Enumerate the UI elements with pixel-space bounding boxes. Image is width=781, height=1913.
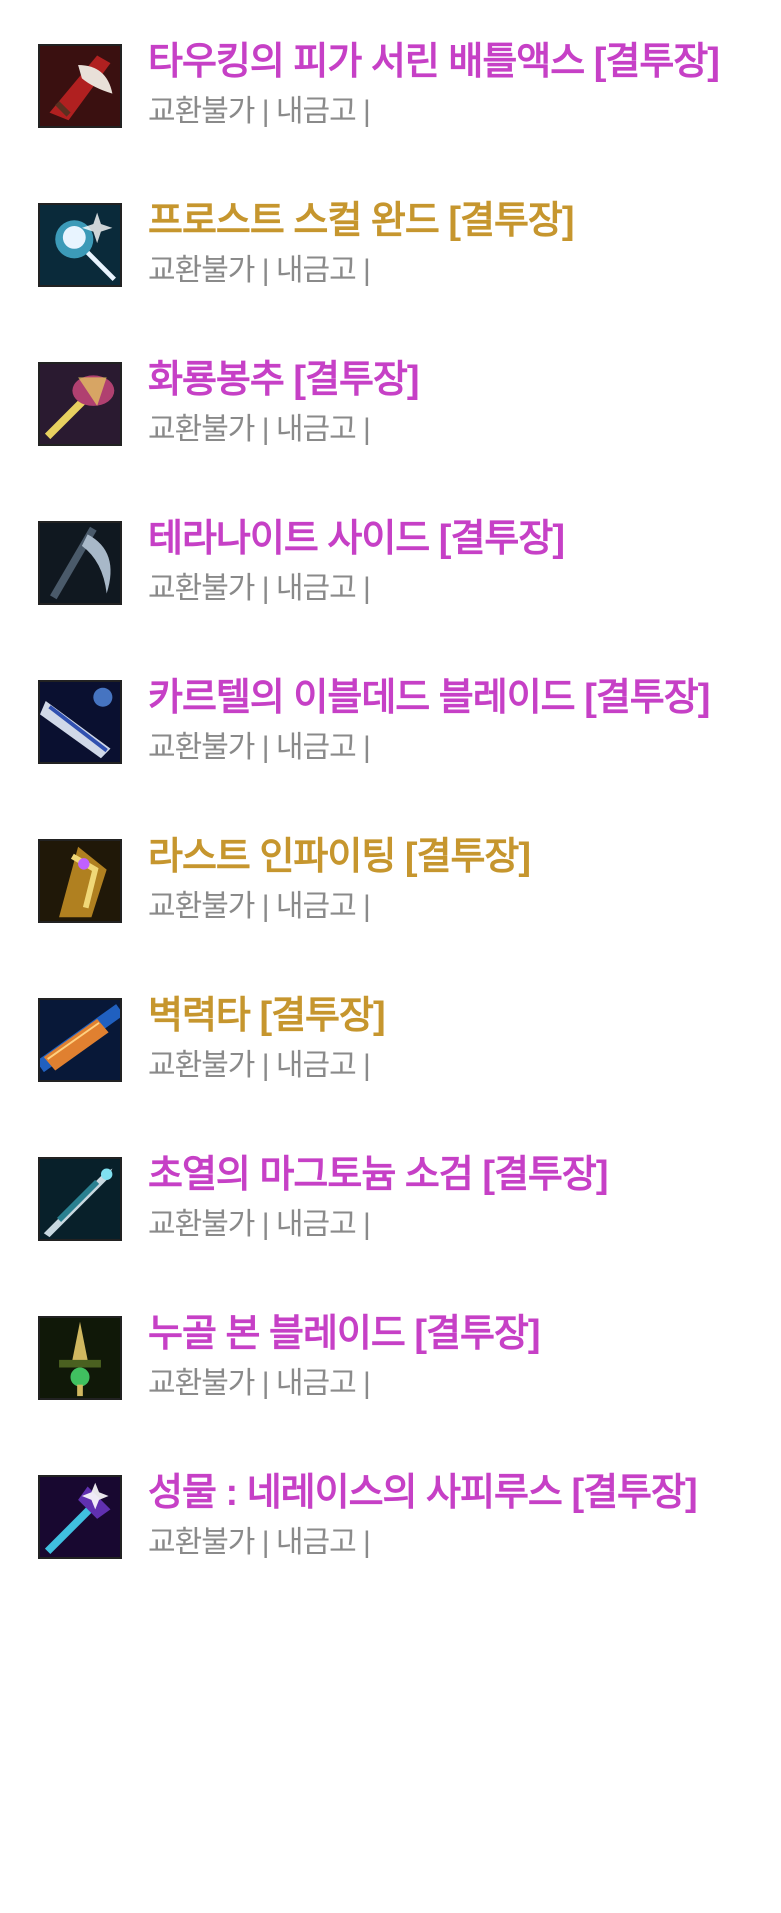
item-name[interactable]: 초열의 마그토늄 소검 [결투장] (148, 1153, 609, 1197)
item-name[interactable]: 카르텔의 이블데드 블레이드 [결투장] (148, 676, 710, 720)
battle-axe-icon[interactable] (38, 44, 122, 128)
item-name[interactable]: 성물 : 네레이스의 사피루스 [결투장] (148, 1471, 698, 1515)
item-row[interactable]: 화룡봉추 [결투장] 교환불가 | 내금고 | (0, 358, 781, 468)
item-row[interactable]: 벽력타 [결투장] 교환불가 | 내금고 | (0, 994, 781, 1104)
item-row[interactable]: 카르텔의 이블데드 블레이드 [결투장] 교환불가 | 내금고 | (0, 676, 781, 786)
item-name[interactable]: 누골 본 블레이드 [결투장] (148, 1312, 541, 1356)
item-trade-info: 교환불가 | 내금고 | (148, 1049, 371, 1082)
magtonium-short-sword-icon[interactable] (38, 1157, 122, 1241)
item-trade-info: 교환불가 | 내금고 | (148, 254, 371, 287)
item-row[interactable]: 성물 : 네레이스의 사피루스 [결투장] 교환불가 | 내금고 | (0, 1471, 781, 1581)
item-name[interactable]: 테라나이트 사이드 [결투장] (148, 517, 565, 561)
item-trade-info: 교환불가 | 내금고 | (148, 413, 371, 446)
item-row[interactable]: 초열의 마그토늄 소검 [결투장] 교환불가 | 내금고 | (0, 1153, 781, 1263)
item-row[interactable]: 타우킹의 피가 서린 배틀액스 [결투장] 교환불가 | 내금고 | (0, 40, 781, 150)
item-row[interactable]: 누골 본 블레이드 [결투장] 교환불가 | 내금고 | (0, 1312, 781, 1422)
item-row[interactable]: 라스트 인파이팅 [결투장] 교환불가 | 내금고 | (0, 835, 781, 945)
teranite-scythe-icon[interactable] (38, 521, 122, 605)
item-list: 타우킹의 피가 서린 배틀액스 [결투장] 교환불가 | 내금고 | 프로스트 스… (0, 0, 781, 1913)
item-name[interactable]: 화룡봉추 [결투장] (148, 358, 420, 402)
item-trade-info: 교환불가 | 내금고 | (148, 1367, 371, 1400)
evil-dead-blade-icon[interactable] (38, 680, 122, 764)
nugol-bone-blade-icon[interactable] (38, 1316, 122, 1400)
item-name[interactable]: 타우킹의 피가 서린 배틀액스 [결투장] (148, 40, 720, 84)
item-row[interactable]: 테라나이트 사이드 [결투장] 교환불가 | 내금고 | (0, 517, 781, 627)
item-row[interactable]: 프로스트 스컬 완드 [결투장] 교환불가 | 내금고 | (0, 199, 781, 309)
item-name[interactable]: 라스트 인파이팅 [결투장] (148, 835, 531, 879)
item-trade-info: 교환불가 | 내금고 | (148, 1208, 371, 1241)
item-name[interactable]: 벽력타 [결투장] (148, 994, 386, 1038)
nereis-sapphirus-icon[interactable] (38, 1475, 122, 1559)
item-trade-info: 교환불가 | 내금고 | (148, 1526, 371, 1559)
thunder-strike-icon[interactable] (38, 998, 122, 1082)
item-trade-info: 교환불가 | 내금고 | (148, 890, 371, 923)
item-trade-info: 교환불가 | 내금고 | (148, 95, 371, 128)
last-infighting-icon[interactable] (38, 839, 122, 923)
frost-skull-wand-icon[interactable] (38, 203, 122, 287)
item-trade-info: 교환불가 | 내금고 | (148, 572, 371, 605)
item-name[interactable]: 프로스트 스컬 완드 [결투장] (148, 199, 575, 243)
item-trade-info: 교환불가 | 내금고 | (148, 731, 371, 764)
fire-dragon-mace-icon[interactable] (38, 362, 122, 446)
